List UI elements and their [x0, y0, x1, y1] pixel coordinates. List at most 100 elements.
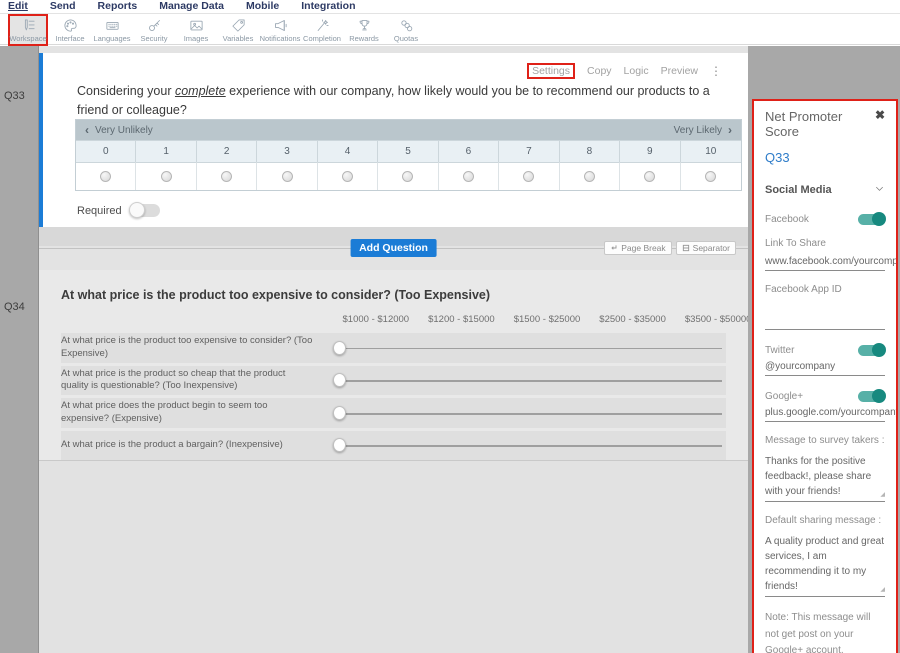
slider-handle[interactable] [333, 406, 346, 420]
slider-track [339, 380, 722, 382]
twitter-toggle[interactable] [858, 345, 885, 356]
separator-button[interactable]: Separator [676, 241, 736, 255]
tool-languages[interactable]: Languages [92, 14, 132, 46]
chevron-left-icon[interactable]: ‹ [85, 123, 89, 137]
radio-button[interactable] [644, 171, 655, 182]
section-social-media[interactable]: Social Media [765, 181, 885, 199]
question-id-q33: Q33 [4, 90, 25, 102]
keyboard-icon [105, 18, 120, 33]
nps-number-row: 0 1 2 3 4 5 6 7 8 9 10 [76, 140, 741, 162]
required-toggle[interactable] [130, 204, 160, 217]
nps-scale-header: ‹Very Unlikely Very Likely› [76, 120, 741, 140]
tool-label: Languages [93, 34, 130, 43]
question-text-q33[interactable]: Considering your complete experience wit… [77, 82, 722, 121]
radio-button[interactable] [463, 171, 474, 182]
more-options-icon[interactable]: ⋮ [710, 64, 722, 78]
slider-row-label: At what price does the product begin to … [61, 398, 333, 428]
google-row: Google+ [765, 391, 885, 402]
tool-variables[interactable]: Variables [218, 14, 258, 46]
menu-send[interactable]: Send [50, 0, 76, 13]
nps-number: 9 [620, 140, 680, 162]
google-plus-url-input[interactable]: plus.google.com/yourcompany [765, 407, 885, 422]
menu-manage-data[interactable]: Manage Data [159, 0, 224, 13]
radio-button[interactable] [584, 171, 595, 182]
message-textarea[interactable]: Thanks for the positive feedback!, pleas… [765, 454, 885, 502]
link-to-share-input[interactable]: www.facebook.com/yourcompany [765, 256, 885, 271]
radio-button[interactable] [342, 171, 353, 182]
price-slider[interactable] [333, 437, 722, 453]
slider-handle[interactable] [333, 373, 346, 387]
resize-grip-icon[interactable]: ◢ [880, 586, 885, 595]
message-text: Thanks for the positive feedback!, pleas… [765, 456, 871, 497]
price-slider[interactable] [333, 405, 722, 421]
tool-images[interactable]: Images [176, 14, 216, 46]
slider-handle[interactable] [333, 341, 346, 355]
price-slider[interactable] [333, 372, 722, 388]
slider-handle[interactable] [333, 438, 346, 452]
radio-button[interactable] [523, 171, 534, 182]
settings-button[interactable]: Settings [527, 63, 575, 79]
preview-button[interactable]: Preview [661, 65, 698, 77]
twitter-label: Twitter [765, 345, 794, 356]
tool-notifications[interactable]: Notifications [260, 14, 300, 46]
menu-mobile[interactable]: Mobile [246, 0, 279, 13]
slider-row: At what price does the product begin to … [61, 398, 726, 428]
page-break-button[interactable]: Page Break [604, 241, 671, 255]
slider-row: At what price is the product too expensi… [61, 333, 726, 363]
question-id-q34: Q34 [4, 301, 25, 313]
radio-button[interactable] [100, 171, 111, 182]
tool-interface[interactable]: Interface [50, 14, 90, 46]
menu-reports[interactable]: Reports [98, 0, 138, 13]
workspace-stage: Q33 Q34 Settings Copy Logic Preview ⋮ Co… [0, 46, 900, 653]
chevron-right-icon[interactable]: › [728, 123, 732, 137]
tool-quotas[interactable]: Quotas [386, 14, 426, 46]
sharing-text: A quality product and great services, I … [765, 536, 884, 592]
tool-rewards[interactable]: Rewards [344, 14, 384, 46]
question-title-q34: At what price is the product too expensi… [61, 288, 726, 302]
nps-number: 2 [197, 140, 257, 162]
copy-button[interactable]: Copy [587, 65, 612, 77]
slider-track [339, 413, 722, 415]
question-card-q34[interactable]: At what price is the product too expensi… [39, 270, 748, 461]
nps-option-cell [318, 162, 378, 190]
nps-option-cell [257, 162, 317, 190]
price-slider[interactable] [333, 340, 722, 356]
tool-security[interactable]: Security [134, 14, 174, 46]
tool-workspace[interactable]: Workspace [8, 14, 48, 46]
radio-button[interactable] [705, 171, 716, 182]
tool-label: Workspace [9, 34, 46, 43]
question-card-q33[interactable]: Settings Copy Logic Preview ⋮ Considerin… [39, 53, 748, 227]
twitter-handle-input[interactable]: @yourcompany [765, 361, 885, 376]
close-icon[interactable]: ✖ [875, 109, 885, 121]
nps-option-cell [136, 162, 196, 190]
google-plus-toggle[interactable] [858, 391, 885, 402]
chevron-down-icon[interactable] [874, 181, 885, 199]
toggle-knob [872, 212, 886, 226]
tool-completion[interactable]: Completion [302, 14, 342, 46]
add-question-button[interactable]: Add Question [350, 239, 437, 257]
menu-edit[interactable]: Edit [8, 0, 28, 13]
section-label: Social Media [765, 184, 832, 196]
toggle-knob [872, 343, 886, 357]
canvas-empty-area [39, 461, 748, 653]
menu-integration[interactable]: Integration [301, 0, 355, 13]
radio-button[interactable] [161, 171, 172, 182]
panel-question-ref[interactable]: Q33 [765, 150, 885, 165]
nps-option-cell [560, 162, 620, 190]
separator-label: Separator [693, 243, 730, 253]
radio-button[interactable] [221, 171, 232, 182]
price-column: $1200 - $15000 [419, 314, 505, 325]
facebook-app-id-input[interactable] [765, 317, 885, 330]
facebook-toggle[interactable] [858, 214, 885, 225]
sharing-message-textarea[interactable]: A quality product and great services, I … [765, 534, 885, 597]
price-column: $1500 - $25000 [504, 314, 590, 325]
nps-right-label: Very Likely [674, 125, 722, 136]
nps-option-cell [620, 162, 680, 190]
image-icon [189, 18, 204, 33]
radio-button[interactable] [402, 171, 413, 182]
insert-controls: Page Break Separator [604, 241, 736, 255]
radio-button[interactable] [282, 171, 293, 182]
logic-button[interactable]: Logic [624, 65, 649, 77]
survey-canvas: Settings Copy Logic Preview ⋮ Considerin… [38, 46, 748, 653]
resize-grip-icon[interactable]: ◢ [880, 491, 885, 500]
